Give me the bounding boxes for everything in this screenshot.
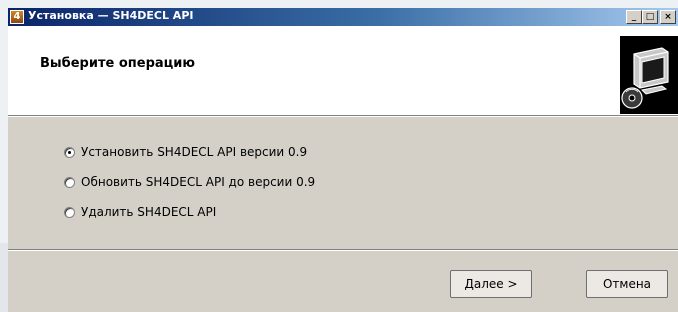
next-button[interactable]: Далее > — [450, 270, 532, 298]
wizard-header: Выберите операцию — [8, 26, 678, 115]
computer-install-icon — [620, 36, 678, 114]
option-install-label: Установить SH4DECL API версии 0.9 — [81, 145, 308, 159]
window-title: Установка — SH4DECL API — [28, 9, 194, 22]
option-update[interactable]: Обновить SH4DECL API до версии 0.9 — [64, 174, 315, 190]
desktop-strip — [0, 243, 8, 312]
radio-remove[interactable] — [64, 206, 75, 218]
footer-divider-highlight — [8, 250, 678, 251]
title-bar[interactable]: 4 Установка — SH4DECL API _ □ × — [8, 8, 678, 26]
radio-update[interactable] — [64, 176, 75, 188]
option-remove[interactable]: Удалить SH4DECL API — [64, 204, 216, 220]
option-remove-label: Удалить SH4DECL API — [81, 205, 217, 219]
page-title: Выберите операцию — [40, 56, 196, 71]
close-button[interactable]: × — [660, 10, 676, 24]
option-install[interactable]: Установить SH4DECL API версии 0.9 — [64, 144, 307, 160]
installer-window: 4 Установка — SH4DECL API _ □ × Выберите… — [8, 8, 678, 312]
header-divider-highlight — [8, 116, 678, 117]
maximize-button[interactable]: □ — [642, 10, 658, 24]
minimize-button[interactable]: _ — [626, 10, 642, 24]
radio-install[interactable] — [64, 146, 75, 158]
cancel-button[interactable]: Отмена — [586, 270, 668, 298]
option-update-label: Обновить SH4DECL API до версии 0.9 — [81, 175, 316, 189]
app-icon[interactable]: 4 — [10, 10, 24, 24]
